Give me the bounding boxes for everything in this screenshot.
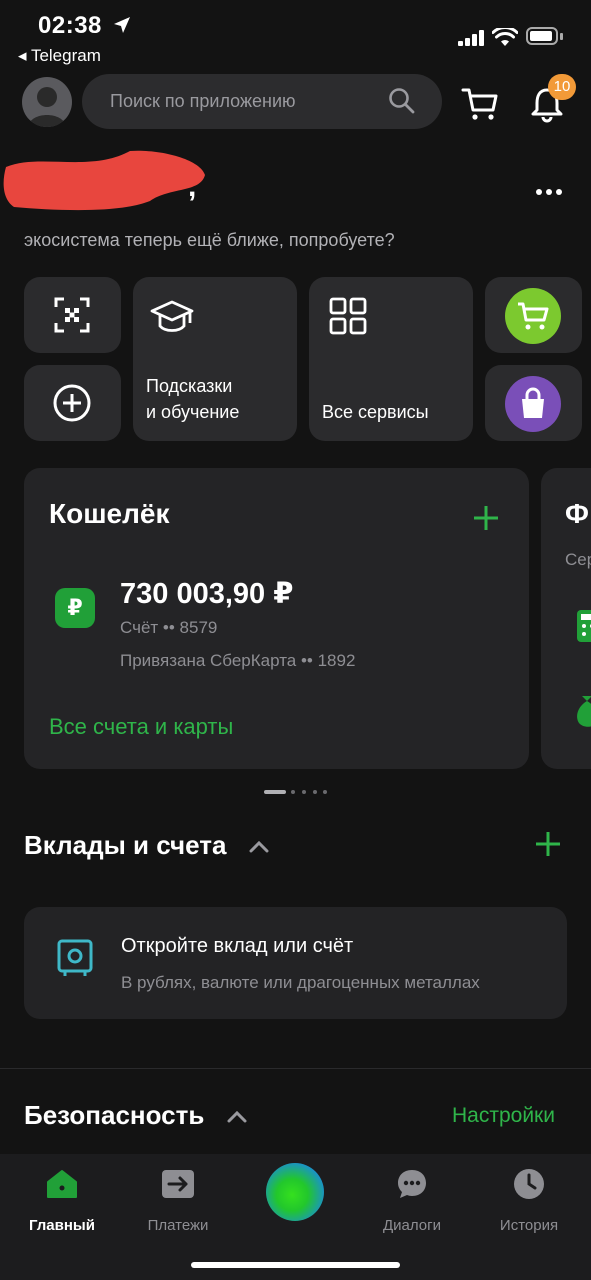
pager-dot bbox=[302, 790, 306, 794]
avatar[interactable] bbox=[22, 77, 72, 127]
cart-icon[interactable] bbox=[460, 84, 500, 124]
wifi-icon bbox=[492, 28, 518, 46]
cellular-signal-icon bbox=[458, 30, 484, 46]
search-placeholder: Поиск по приложению bbox=[110, 91, 296, 111]
payments-icon bbox=[162, 1170, 194, 1198]
open-deposit-card[interactable]: Откройте вклад или счёт В рублях, валюте… bbox=[24, 907, 567, 1019]
qr-scan-tile[interactable] bbox=[24, 277, 121, 353]
all-services-label: Все сервисы bbox=[322, 402, 429, 422]
user-silhouette-icon bbox=[28, 87, 66, 127]
calculator-icon bbox=[577, 610, 591, 642]
back-to-telegram[interactable]: ◂ Telegram bbox=[18, 46, 101, 66]
chat-bubble-icon bbox=[398, 1170, 426, 1198]
graduation-cap-icon bbox=[150, 300, 194, 332]
open-deposit-title: Откройте вклад или счёт bbox=[121, 935, 354, 957]
wallet-balance: 730 003,90 ₽ bbox=[120, 578, 294, 610]
nav-home-label: Главный bbox=[29, 1217, 95, 1234]
safe-icon bbox=[57, 939, 93, 976]
all-accounts-link[interactable]: Все счета и карты bbox=[49, 714, 233, 740]
notifications-badge: 10 bbox=[548, 74, 576, 100]
pager-dot bbox=[291, 790, 295, 794]
redacted-name bbox=[3, 150, 205, 211]
tips-and-learning-tile[interactable]: Подсказки и обучение bbox=[133, 277, 297, 441]
clock-icon bbox=[514, 1169, 544, 1199]
market-cart-icon bbox=[518, 302, 549, 330]
chevron-up-icon[interactable] bbox=[248, 838, 270, 854]
battery-tip bbox=[560, 33, 563, 40]
market-tile[interactable] bbox=[485, 277, 582, 353]
add-widget-tile[interactable] bbox=[24, 365, 121, 441]
salute-assistant-button[interactable] bbox=[266, 1163, 324, 1221]
megamarket-logo bbox=[505, 376, 561, 432]
pager-dot-active bbox=[264, 790, 286, 794]
nav-history[interactable]: История bbox=[479, 1164, 579, 1234]
next-card-subtitle: Сер bbox=[565, 550, 591, 569]
bottom-navigation: Главный Платежи Диалоги История bbox=[0, 1154, 591, 1280]
search-icon bbox=[389, 88, 415, 114]
nav-dialogs[interactable]: Диалоги bbox=[362, 1164, 462, 1234]
greeting-comma: , bbox=[188, 170, 197, 203]
battery-icon bbox=[526, 27, 558, 45]
security-title[interactable]: Безопасность bbox=[24, 1100, 204, 1131]
wallet-linked-card: Привязана СберКарта •• 1892 bbox=[120, 651, 356, 670]
grid-icon bbox=[329, 297, 367, 335]
nav-home[interactable]: Главный bbox=[12, 1164, 112, 1234]
home-icon bbox=[47, 1170, 77, 1198]
add-deposit-icon[interactable] bbox=[534, 830, 562, 858]
nav-payments[interactable]: Платежи bbox=[128, 1164, 228, 1234]
section-divider bbox=[0, 1068, 591, 1069]
search-bar[interactable]: Поиск по приложению bbox=[82, 74, 442, 129]
open-deposit-subtitle: В рублях, валюте или драгоценных металла… bbox=[121, 973, 480, 992]
pager-dot bbox=[323, 790, 327, 794]
qr-scan-icon bbox=[54, 297, 90, 333]
shopping-bag-icon bbox=[522, 387, 544, 418]
wallet-account: Счёт •• 8579 bbox=[120, 618, 218, 637]
tips-label-line1: Подсказки bbox=[146, 376, 233, 396]
nav-history-label: История bbox=[499, 1217, 559, 1234]
finance-card-peek[interactable]: Ф Сер bbox=[541, 468, 591, 769]
megamarket-tile[interactable] bbox=[485, 365, 582, 441]
security-settings-link[interactable]: Настройки bbox=[452, 1104, 555, 1128]
pager-dot bbox=[313, 790, 317, 794]
money-bag-icon bbox=[577, 696, 591, 727]
add-circle-icon bbox=[53, 384, 91, 422]
nav-payments-label: Платежи bbox=[147, 1217, 209, 1234]
all-services-tile[interactable]: Все сервисы bbox=[309, 277, 473, 441]
home-indicator[interactable] bbox=[191, 1262, 400, 1268]
greeting-subtitle: экосистема теперь ещё ближе, попробуете? bbox=[24, 230, 395, 250]
ruble-account-icon: ₽ bbox=[55, 588, 95, 628]
market-logo bbox=[505, 288, 561, 344]
wallet-title: Кошелёк bbox=[49, 498, 170, 529]
status-time: 02:38 bbox=[38, 12, 102, 39]
add-wallet-icon[interactable] bbox=[472, 504, 500, 532]
location-arrow-icon bbox=[114, 17, 130, 33]
more-options-icon[interactable] bbox=[534, 186, 564, 198]
tips-label-line2: и обучение bbox=[146, 402, 240, 422]
nav-dialogs-label: Диалоги bbox=[383, 1217, 441, 1234]
deposits-title[interactable]: Вклады и счета bbox=[24, 830, 226, 861]
status-bar: 02:38 ◂ Telegram bbox=[0, 0, 591, 72]
chevron-up-icon[interactable] bbox=[226, 1108, 248, 1124]
wallet-card[interactable]: Кошелёк ₽ 730 003,90 ₽ Счёт •• 8579 Прив… bbox=[24, 468, 529, 769]
next-card-title: Ф bbox=[565, 498, 589, 529]
